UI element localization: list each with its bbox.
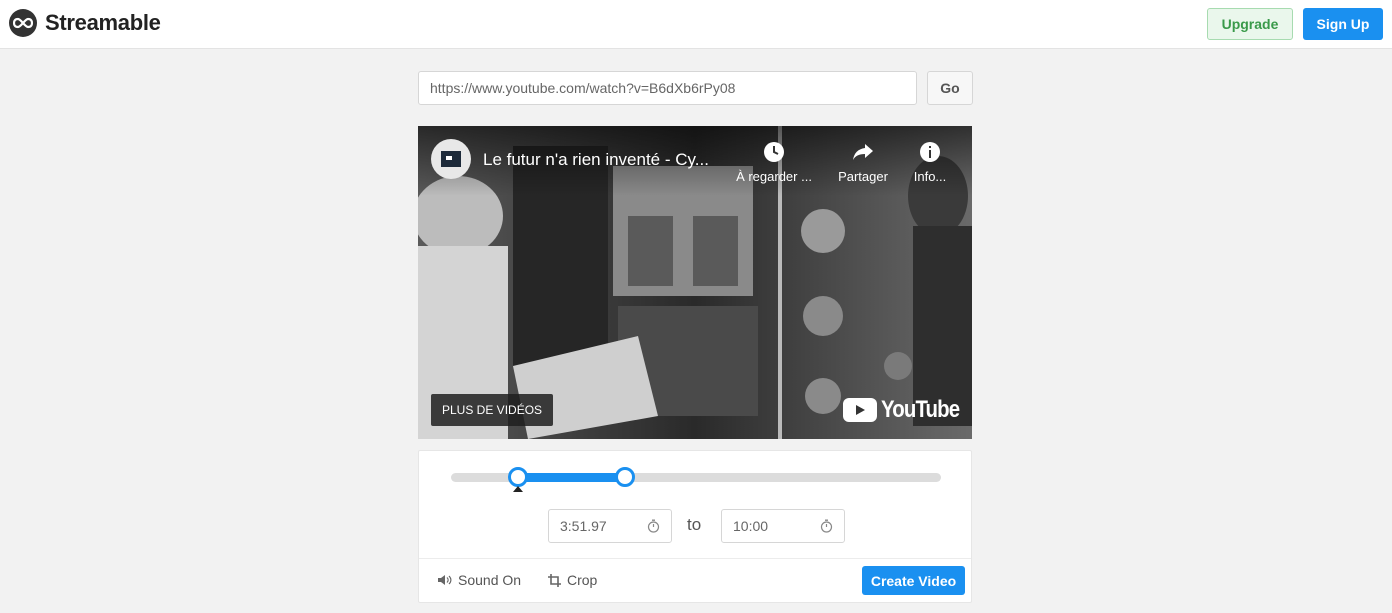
playhead-marker xyxy=(513,486,524,492)
trim-start-handle[interactable] xyxy=(508,467,529,487)
trim-panel: 3:51.97 to 10:00 Sound On Crop Create Vi… xyxy=(418,450,972,603)
youtube-wordmark: YouTube xyxy=(881,396,960,423)
logo[interactable]: Streamable xyxy=(9,9,161,37)
top-header: Streamable Upgrade Sign Up xyxy=(0,0,1392,49)
infinity-logo-icon xyxy=(9,9,37,37)
channel-avatar[interactable] xyxy=(431,139,471,179)
trim-slider-track[interactable] xyxy=(451,467,941,487)
youtube-logo[interactable]: YouTube xyxy=(843,396,972,424)
trim-end-handle[interactable] xyxy=(614,467,635,487)
go-button[interactable]: Go xyxy=(927,71,973,105)
panel-divider xyxy=(419,558,971,559)
app-name: Streamable xyxy=(45,10,161,35)
to-label: to xyxy=(687,515,702,534)
clock-icon xyxy=(734,140,814,164)
watch-later-label: À regarder ... xyxy=(736,169,812,184)
more-videos-button[interactable]: PLUS DE VIDÉOS xyxy=(431,394,554,426)
crop-icon xyxy=(548,573,561,587)
info-label: Info... xyxy=(913,169,947,184)
video-url-input[interactable]: https://www.youtube.com/watch?v=B6dXb6rP… xyxy=(418,71,917,105)
start-time-value: 3:51.97 xyxy=(560,518,607,534)
crop-button[interactable]: Crop xyxy=(548,572,597,588)
trim-selected-range xyxy=(518,473,625,482)
stopwatch-icon xyxy=(820,519,833,533)
video-player[interactable]: Le futur n'a rien inventé - Cy... À rega… xyxy=(418,126,972,439)
create-video-button[interactable]: Create Video xyxy=(862,566,965,595)
youtube-play-icon xyxy=(843,398,877,422)
upgrade-button[interactable]: Upgrade xyxy=(1207,8,1293,40)
sound-toggle-button[interactable]: Sound On xyxy=(437,572,521,588)
start-time-input[interactable]: 3:51.97 xyxy=(548,509,672,543)
info-button[interactable]: Info... xyxy=(890,140,970,184)
sign-up-button[interactable]: Sign Up xyxy=(1303,8,1383,40)
sound-label: Sound On xyxy=(458,572,522,588)
crop-label: Crop xyxy=(567,572,598,588)
speaker-icon xyxy=(438,575,452,585)
watch-later-button[interactable]: À regarder ... xyxy=(734,140,814,184)
video-title[interactable]: Le futur n'a rien inventé - Cy... xyxy=(483,150,733,170)
end-time-value: 10:00 xyxy=(733,518,769,534)
end-time-input[interactable]: 10:00 xyxy=(721,509,845,543)
info-icon xyxy=(890,140,970,164)
stopwatch-icon xyxy=(647,519,660,533)
